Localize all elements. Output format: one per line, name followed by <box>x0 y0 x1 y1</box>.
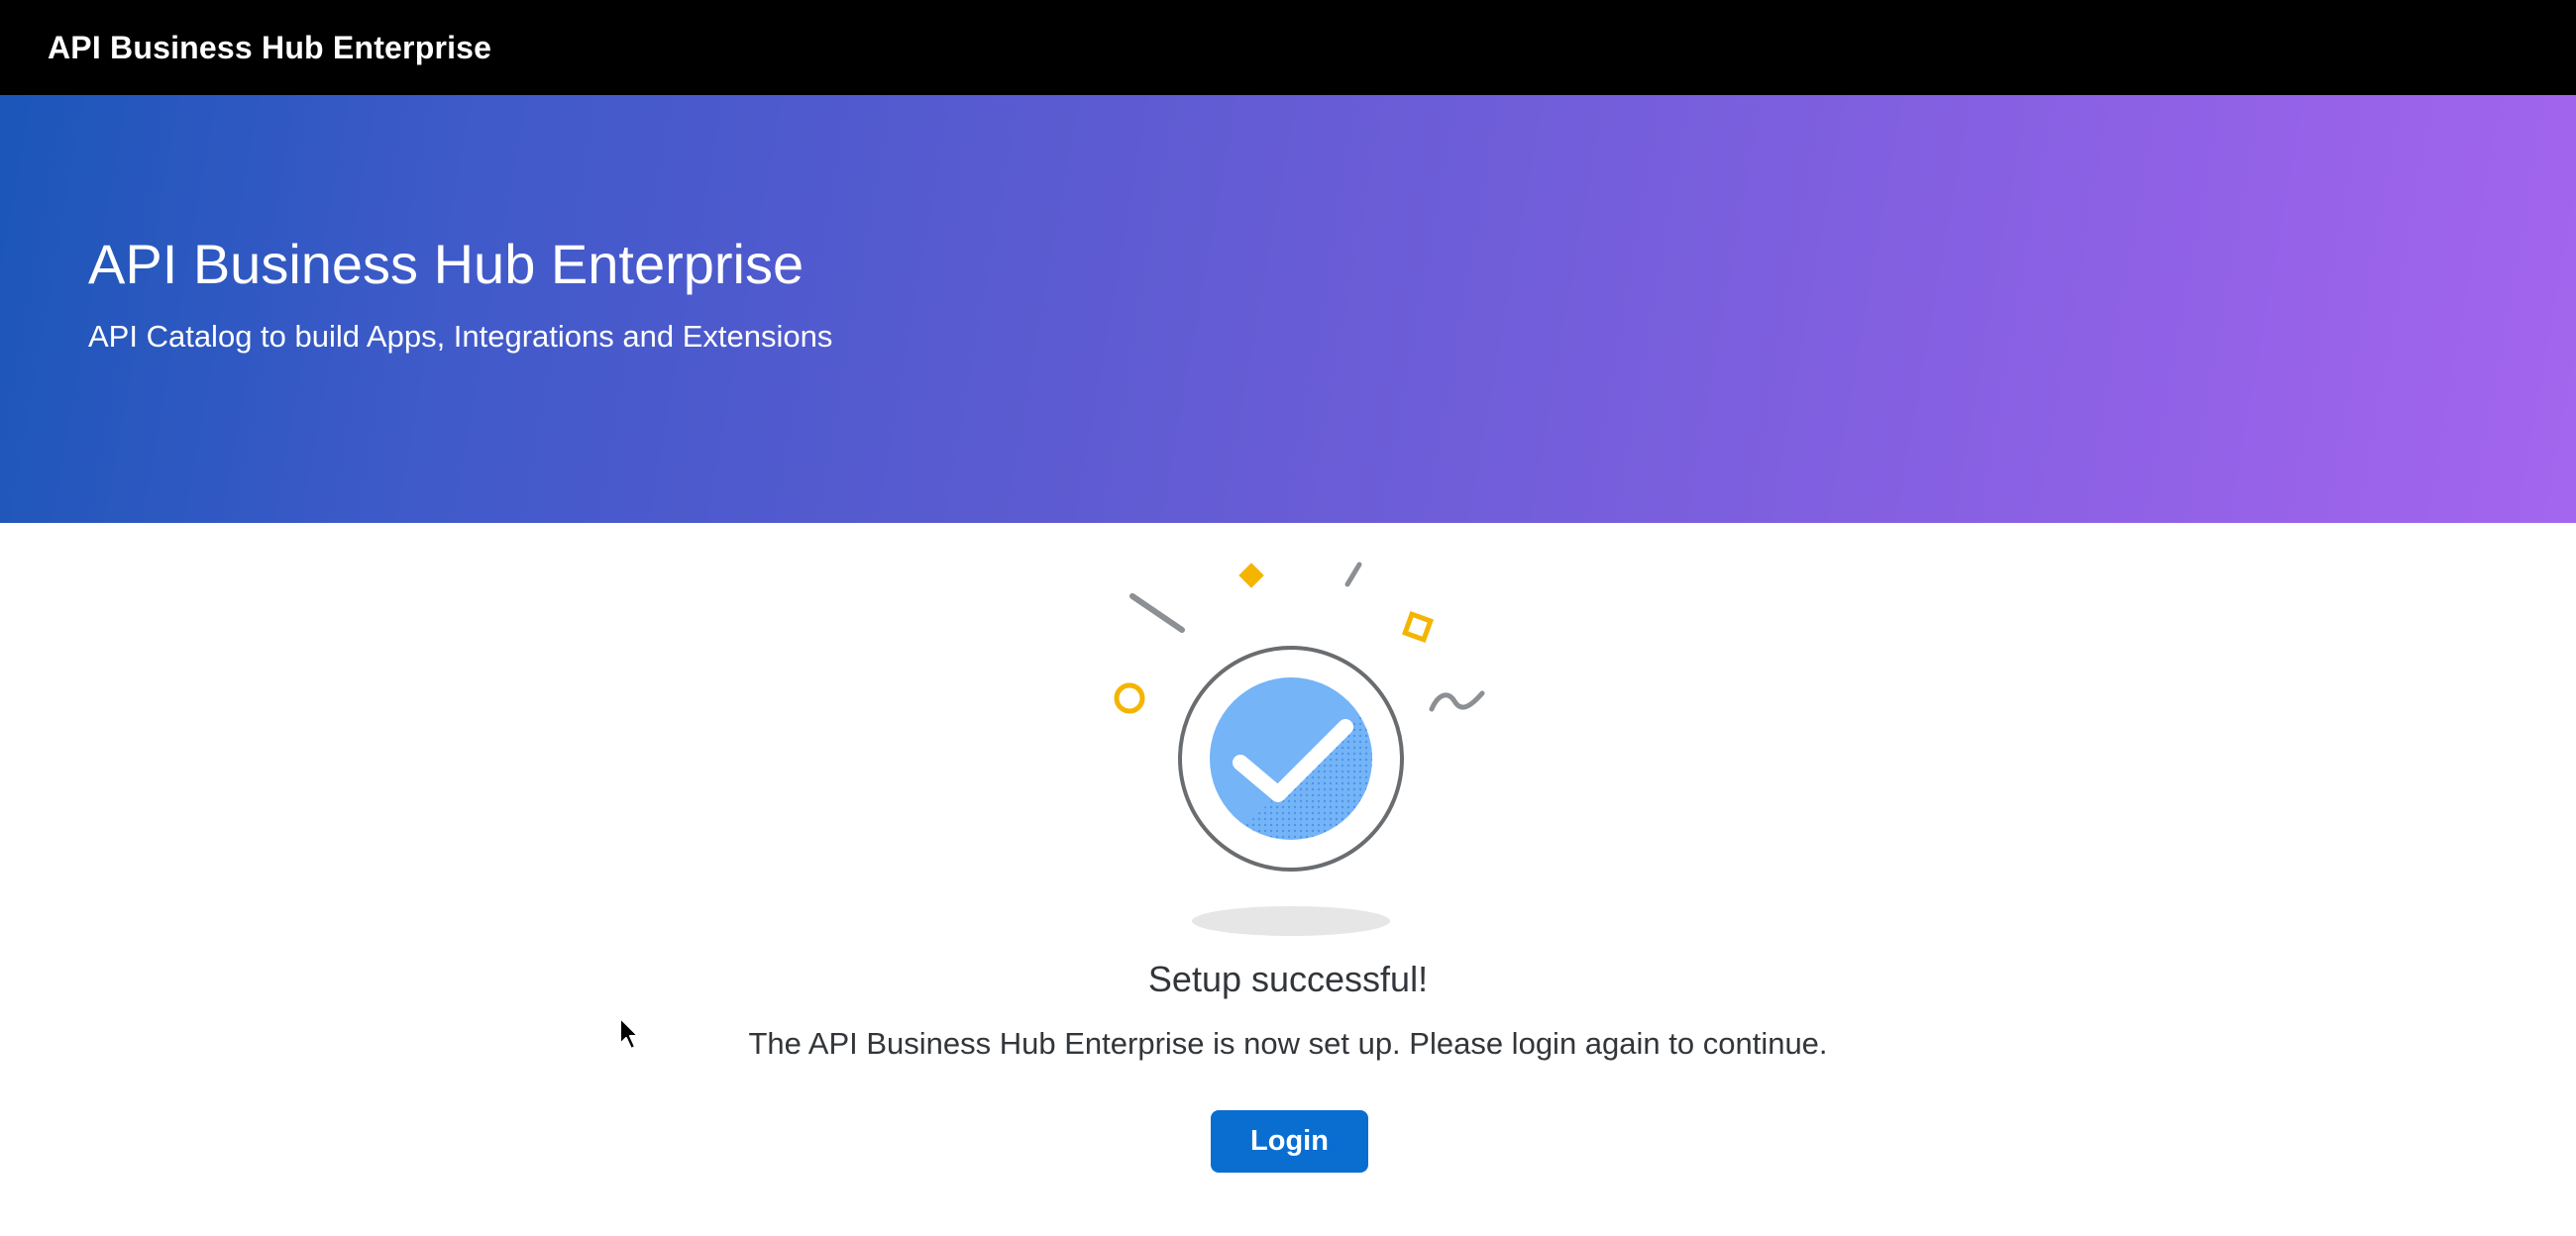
confetti-line-icon <box>1129 593 1185 633</box>
success-title: Setup successful! <box>1147 959 1429 999</box>
mouse-cursor-icon <box>619 1017 639 1050</box>
confetti-dash-icon <box>1344 562 1362 587</box>
confetti-squiggle-icon <box>1429 690 1485 712</box>
shellbar-title[interactable]: API Business Hub Enterprise <box>48 30 491 66</box>
hero-banner: API Business Hub Enterprise API Catalog … <box>0 95 2576 523</box>
hero-subtitle: API Catalog to build Apps, Integrations … <box>88 319 833 354</box>
success-checkmark-illustration <box>1114 562 1485 936</box>
hero-title: API Business Hub Enterprise <box>88 233 805 295</box>
confetti-circle-icon <box>1114 682 1145 714</box>
login-button[interactable]: Login <box>1211 1110 1368 1173</box>
shellbar: API Business Hub Enterprise <box>0 0 2576 95</box>
confetti-diamond-icon <box>1238 563 1264 588</box>
success-description: The API Business Hub Enterprise is now s… <box>748 1026 1828 1061</box>
confetti-square-icon <box>1401 610 1435 644</box>
illustration-shadow <box>1192 906 1390 936</box>
